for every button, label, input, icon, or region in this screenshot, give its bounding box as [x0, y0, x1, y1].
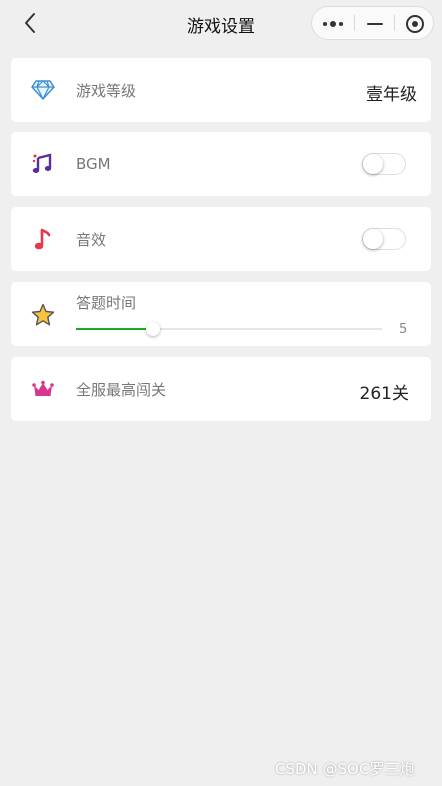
setting-row-bgm: BGM	[11, 132, 431, 196]
music-note-icon	[31, 227, 55, 251]
game-level-value: 壹年级	[366, 85, 417, 105]
navigation-bar: 游戏设置	[0, 0, 442, 46]
watermark: CSDN @SOC罗三炮	[275, 760, 415, 778]
more-button[interactable]	[312, 7, 354, 41]
setting-row-answer-time: 答题时间 5	[11, 282, 431, 346]
more-dots-icon	[323, 21, 343, 27]
switch-knob	[363, 154, 383, 174]
crown-icon	[31, 377, 55, 401]
slider-value: 5	[399, 322, 408, 337]
setting-label: 全服最高闯关	[76, 381, 167, 399]
setting-label: 音效	[76, 231, 107, 249]
target-circle-icon	[405, 15, 424, 33]
server-record-value: 261关	[359, 384, 409, 404]
setting-row-game-level: 游戏等级 壹年级	[11, 58, 431, 122]
sound-effects-switch[interactable]	[362, 228, 406, 250]
music-notes-icon	[31, 152, 55, 176]
slider-thumb[interactable]	[145, 322, 160, 336]
setting-row-sound-effects: 音效	[11, 207, 431, 271]
star-icon	[31, 303, 55, 327]
setting-label: 答题时间	[76, 294, 137, 312]
setting-row-server-record: 全服最高闯关 261关	[11, 357, 431, 421]
switch-knob	[363, 229, 383, 249]
bgm-switch[interactable]	[362, 153, 406, 175]
answer-time-slider[interactable]	[76, 322, 382, 336]
setting-label: BGM	[76, 155, 111, 173]
mini-program-capsule	[311, 6, 434, 40]
minimize-button[interactable]	[355, 7, 394, 41]
close-button[interactable]	[395, 7, 434, 41]
slider-fill	[76, 328, 153, 330]
setting-label: 游戏等级	[76, 82, 137, 100]
diamond-icon	[31, 78, 55, 102]
minus-icon	[366, 23, 383, 25]
